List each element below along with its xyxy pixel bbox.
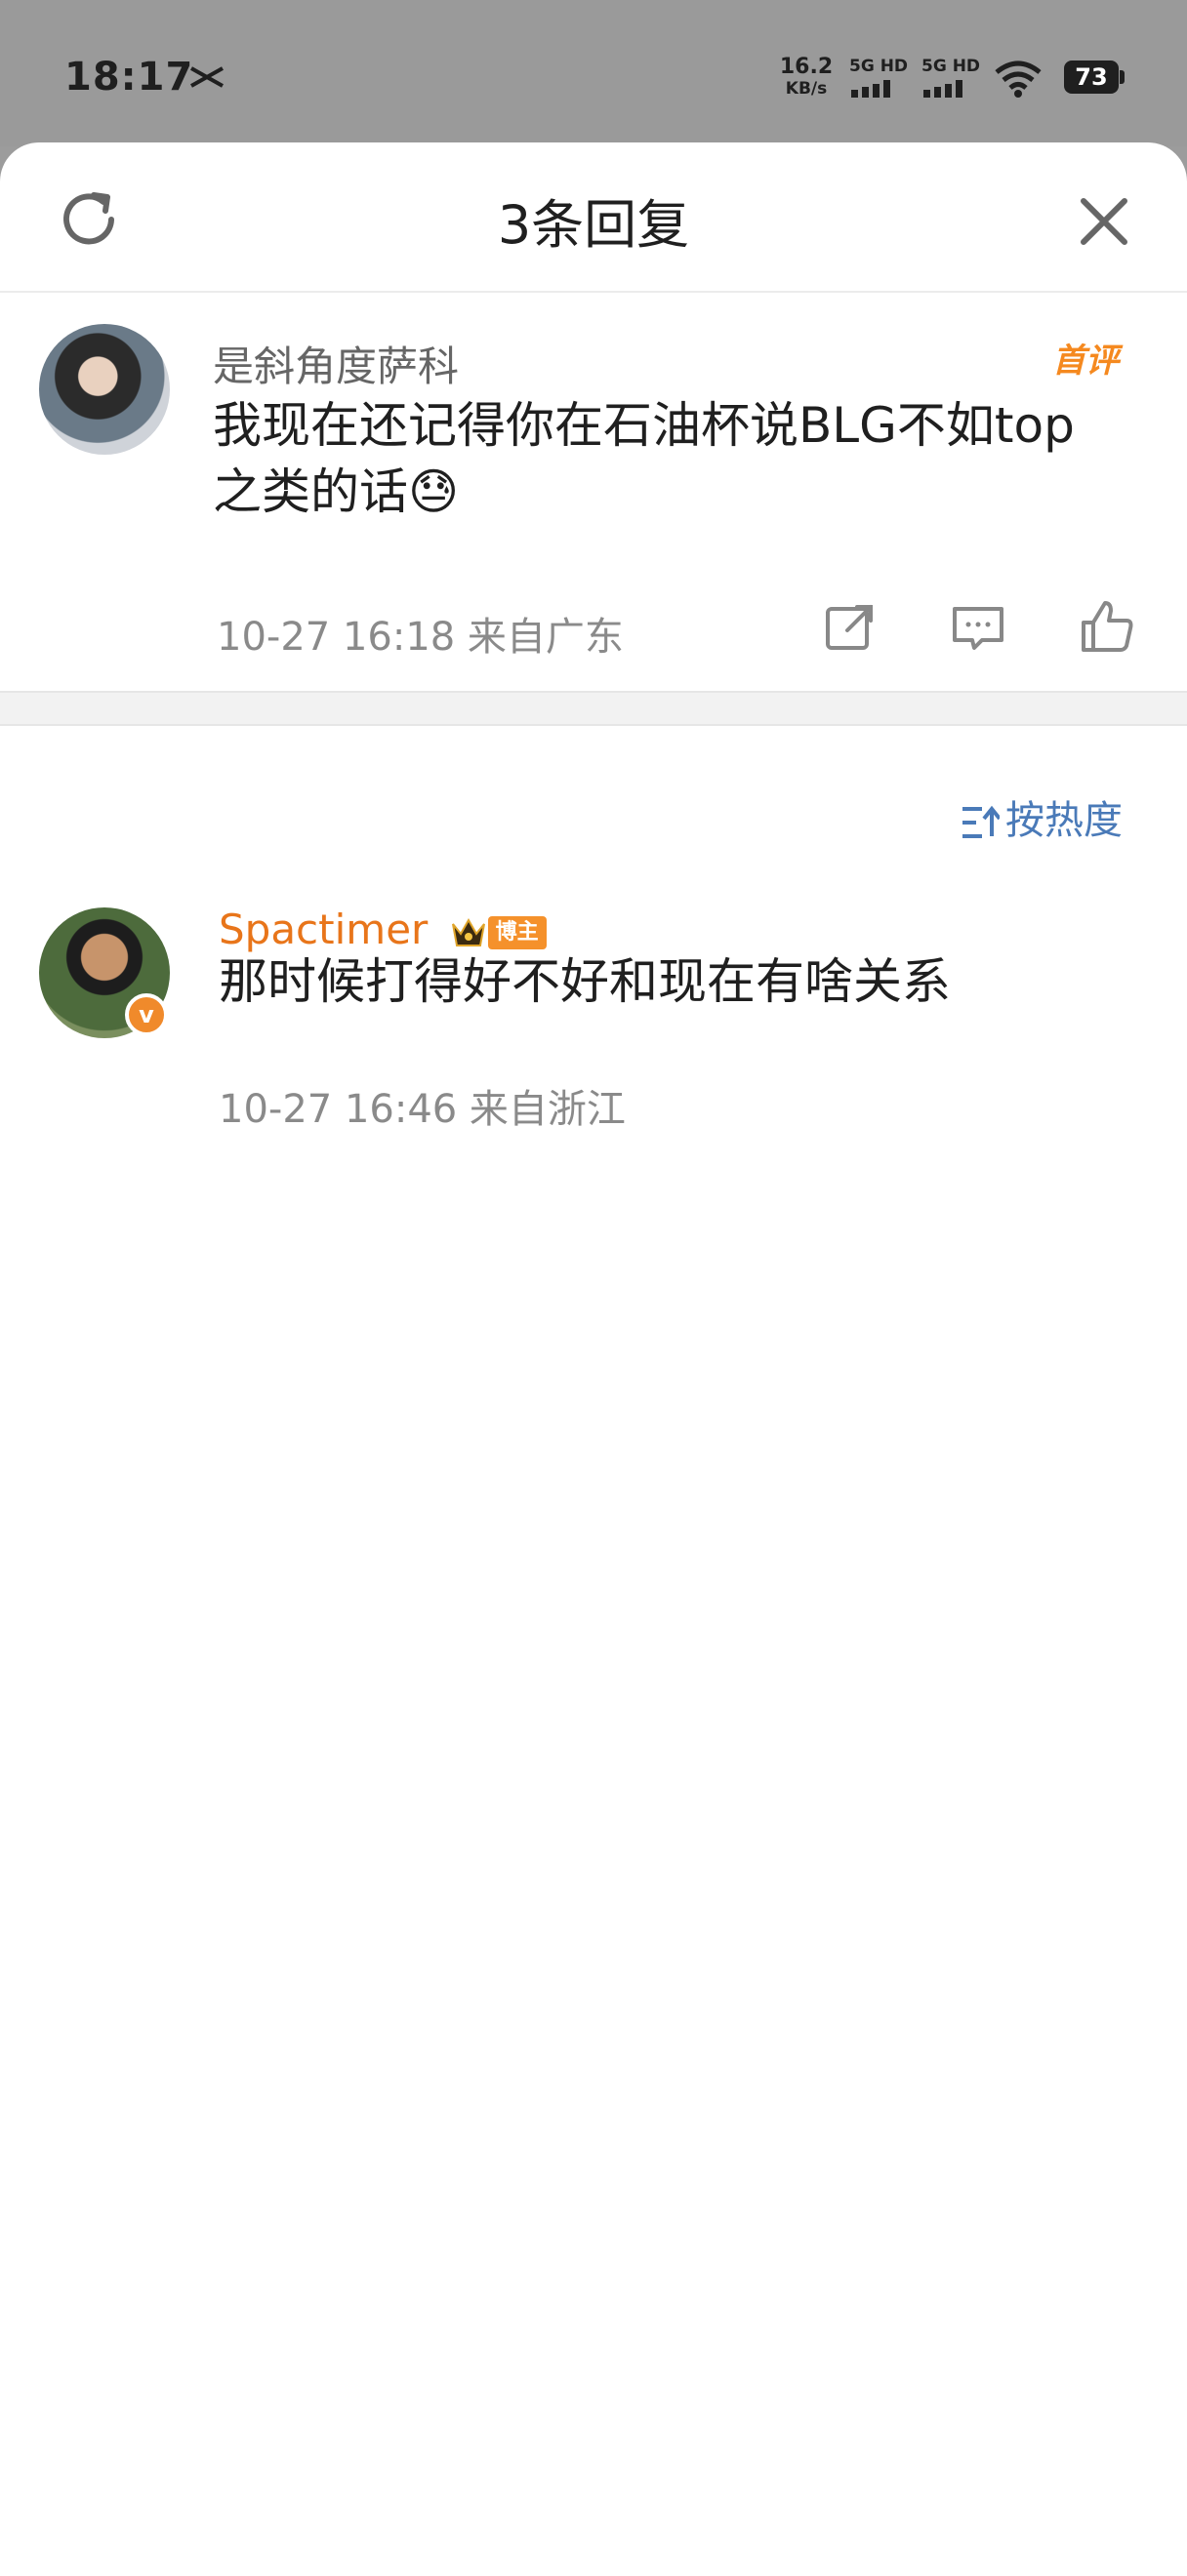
close-icon[interactable] [1070,187,1138,256]
sim1-signal: 5G HD [849,57,908,98]
replies-sheet: 3条回复 是斜角度萨科 首评 我现在还记得你在石油杯说BLG不如top 之类的话… [0,142,1187,2576]
sheet-title: 3条回复 [497,194,690,256]
status-bar: 18:17 16.2 KB/s 5G HD 5G HD 73 [0,0,1187,146]
sheet-header: 3条回复 [0,142,1187,293]
root-comment-username[interactable]: 是斜角度萨科 [213,334,459,393]
comment-icon[interactable] [949,599,1007,658]
share-icon[interactable] [820,599,879,658]
network-speed: 16.2 KB/s [779,55,834,100]
section-divider [0,691,1187,726]
sim2-signal: 5G HD [921,57,980,98]
avatar[interactable] [39,324,170,455]
emoji: 😓 [408,463,460,520]
like-icon[interactable] [1078,597,1136,656]
battery-tip [1120,70,1125,84]
crown-icon [451,917,485,946]
signal-bars-icon [923,80,962,98]
wifi-icon [995,60,1042,98]
root-comment-text: 我现在还记得你在石油杯说BLG不如top 之类的话😓 [213,397,1075,520]
root-comment-meta: 10-27 16:18 来自广东 [217,615,624,660]
reply-username[interactable]: Spactimer 博主 [219,906,547,953]
reply-text: 那时候打得好不好和现在有啥关系 [219,953,951,1010]
battery-indicator: 73 [1064,60,1119,94]
sort-icon [962,805,1000,838]
verified-badge: v [125,993,168,1036]
sort-button[interactable]: 按热度 [961,788,1123,845]
reply-meta: 10-27 16:46 来自浙江 [219,1087,626,1132]
first-comment-badge: 首评 [1052,342,1119,381]
blogger-tag: 博主 [487,915,547,949]
scissors-icon [190,66,224,88]
signal-bars-icon [851,80,890,98]
status-time: 18:17 [64,55,194,100]
